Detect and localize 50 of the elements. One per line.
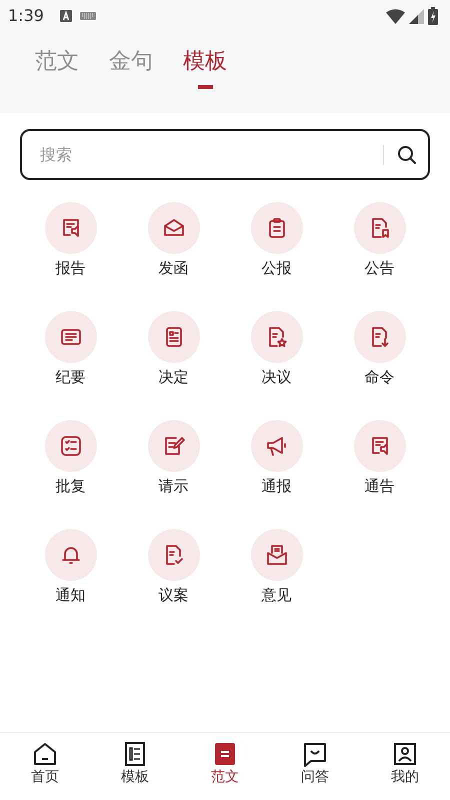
document-icon <box>122 741 148 767</box>
document-pen-icon <box>148 420 200 472</box>
search-field[interactable]: 搜索 <box>38 142 371 168</box>
category-button[interactable]: 决议 <box>225 311 328 420</box>
tab[interactable]: 模板 <box>183 49 227 76</box>
keyboard-icon <box>80 12 96 20</box>
envelope-icon <box>148 202 200 254</box>
document-list-icon <box>148 311 200 363</box>
speaker-document-icon <box>354 420 406 472</box>
category-button[interactable]: 公报 <box>225 202 328 311</box>
home-icon <box>32 741 58 767</box>
megaphone-icon <box>250 420 302 472</box>
chat-bubble-icon <box>302 741 328 767</box>
category-button[interactable]: 意见 <box>225 529 328 638</box>
profile-icon <box>392 741 418 767</box>
nav-tab[interactable]: 模板 <box>90 733 180 800</box>
mail-tray-icon <box>250 529 302 581</box>
category-button[interactable]: 命令 <box>328 311 431 420</box>
document-lines-icon <box>44 311 96 363</box>
status-time: 1:39 <box>8 5 44 27</box>
document-download-icon <box>354 311 406 363</box>
category-button[interactable]: 纪要 <box>19 311 122 420</box>
active-tab-indicator <box>198 85 212 90</box>
signal-icon <box>409 8 424 24</box>
wifi-icon <box>386 8 405 24</box>
clipboard-icon <box>250 202 302 254</box>
category-button[interactable]: 报告 <box>19 202 122 311</box>
bell-icon <box>44 529 96 581</box>
category-button[interactable]: 通告 <box>328 420 431 529</box>
search-bar[interactable]: 搜索 <box>20 129 430 180</box>
category-button[interactable]: 发函 <box>122 202 225 311</box>
nav-tab[interactable]: 我的 <box>360 733 450 800</box>
document-bookmark-icon <box>354 202 406 254</box>
search-icon[interactable] <box>396 144 418 166</box>
category-button[interactable]: 请示 <box>122 420 225 529</box>
battery-icon <box>428 7 438 25</box>
category-button[interactable]: 决定 <box>122 311 225 420</box>
document-icon <box>212 741 238 767</box>
category-button[interactable]: 议案 <box>122 529 225 638</box>
nav-tab[interactable]: 首页 <box>0 733 90 800</box>
category-button[interactable]: 公告 <box>328 202 431 311</box>
document-check-icon <box>148 529 200 581</box>
category-button[interactable]: 批复 <box>19 420 122 529</box>
category-button[interactable]: 通报 <box>225 420 328 529</box>
nav-tab[interactable]: 范文 <box>180 733 270 800</box>
keyboard-a-icon <box>60 10 72 22</box>
nav-tab[interactable]: 问答 <box>270 733 360 800</box>
speaker-document-icon <box>44 202 96 254</box>
category-button[interactable]: 通知 <box>19 529 122 638</box>
checklist-icon <box>44 420 96 472</box>
